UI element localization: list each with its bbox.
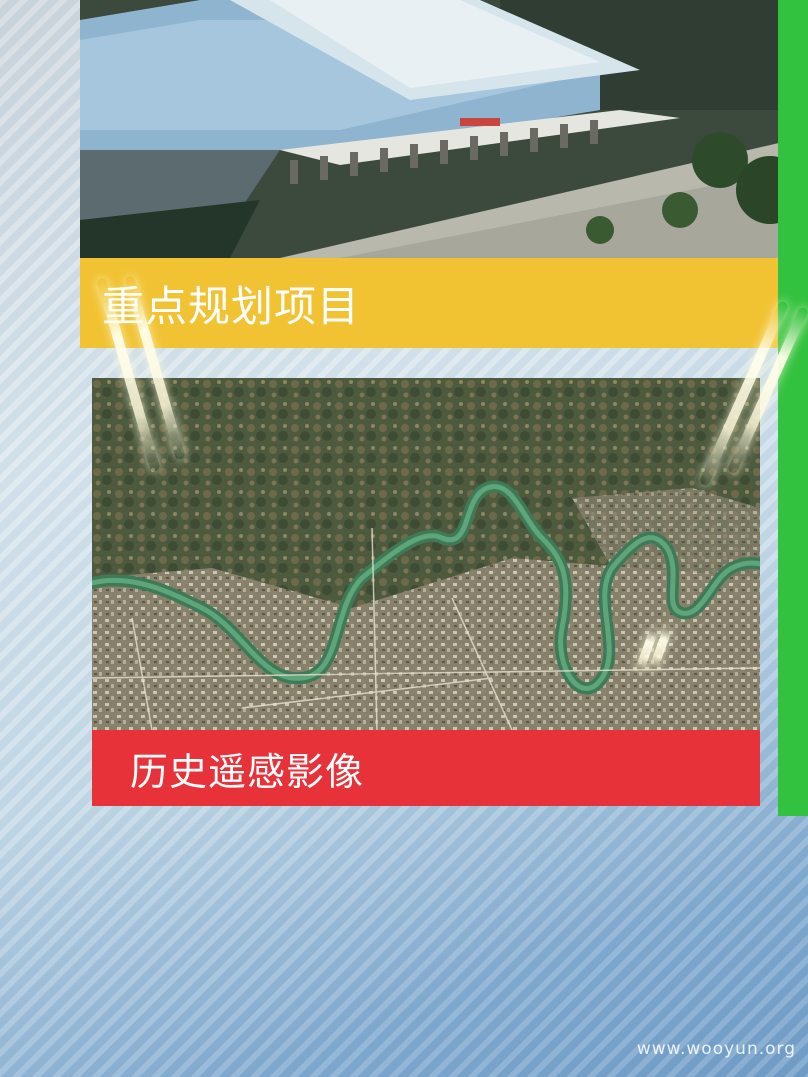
tile-key-planning-projects[interactable]: 重点规划项目 bbox=[80, 0, 792, 348]
caption-historical-remote-sensing: 历史遥感影像 bbox=[92, 730, 760, 806]
satellite-map-image bbox=[92, 378, 760, 730]
tile-historical-remote-sensing[interactable]: 历史遥感影像 bbox=[92, 378, 760, 806]
adjacent-green-tile[interactable] bbox=[778, 0, 808, 816]
railway-station-image bbox=[80, 0, 792, 258]
caption-text: 历史遥感影像 bbox=[130, 749, 365, 794]
caption-key-planning-projects: 重点规划项目 bbox=[80, 258, 792, 348]
watermark: www.wooyun.org bbox=[636, 1039, 796, 1059]
